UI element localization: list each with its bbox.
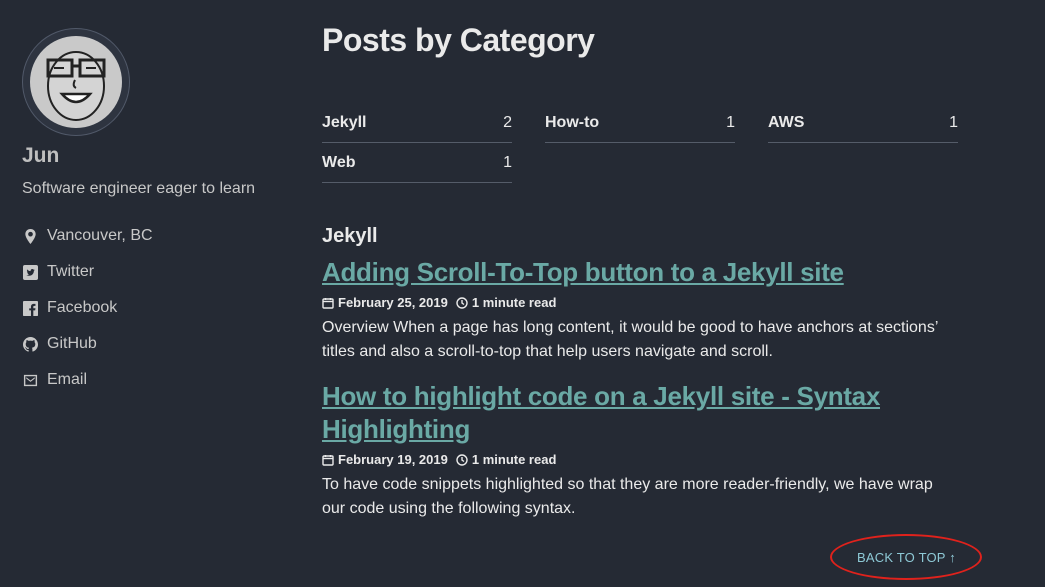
- post-meta: February 19, 2019 1 minute read: [322, 452, 962, 467]
- email-label: Email: [47, 371, 88, 388]
- twitter-icon: [22, 264, 38, 280]
- category-item-aws[interactable]: AWS 1: [768, 103, 958, 143]
- category-count: 1: [503, 153, 512, 171]
- calendar-icon: [322, 454, 334, 466]
- category-count: 1: [949, 113, 958, 131]
- avatar-illustration: [30, 36, 122, 128]
- post-excerpt: Overview When a page has long content, i…: [322, 319, 938, 360]
- facebook-link[interactable]: Facebook: [22, 290, 292, 326]
- category-section-title: Jekyll: [322, 225, 378, 247]
- post-date: February 25, 2019: [338, 295, 448, 310]
- facebook-label: Facebook: [47, 299, 118, 316]
- post-excerpt: To have code snippets highlighted so tha…: [322, 476, 933, 517]
- author-bio: Software engineer eager to learn: [22, 180, 256, 197]
- github-icon: [22, 336, 38, 352]
- category-item-jekyll[interactable]: Jekyll 2: [322, 103, 512, 143]
- category-count: 1: [726, 113, 735, 131]
- post-item: Adding Scroll-To-Top button to a Jekyll …: [322, 256, 962, 364]
- github-link[interactable]: GitHub: [22, 326, 292, 362]
- github-label: GitHub: [47, 335, 97, 352]
- clock-icon: [456, 296, 468, 309]
- category-name: AWS: [768, 113, 805, 131]
- clock-icon: [456, 453, 468, 466]
- post-item: How to highlight code on a Jekyll site -…: [322, 380, 962, 521]
- category-count: 2: [503, 113, 512, 131]
- author-sidebar: Jun Software engineer eager to learn Van…: [22, 28, 292, 398]
- category-name: Jekyll: [322, 113, 367, 131]
- main-content: Posts by Category Jekyll 2 How-to 1 AWS …: [322, 22, 962, 521]
- location-label: Vancouver, BC: [47, 227, 153, 244]
- category-name: Web: [322, 153, 356, 171]
- twitter-link[interactable]: Twitter: [22, 254, 292, 290]
- category-item-how-to[interactable]: How-to 1: [545, 103, 735, 143]
- post-read-time: 1 minute read: [471, 452, 557, 467]
- location-link[interactable]: Vancouver, BC: [22, 218, 292, 254]
- post-title-link[interactable]: Adding Scroll-To-Top button to a Jekyll …: [322, 256, 962, 289]
- post-title-link[interactable]: How to highlight code on a Jekyll site -…: [322, 380, 962, 446]
- post-meta: February 25, 2019 1 minute read: [322, 295, 962, 310]
- post-date: February 19, 2019: [338, 452, 448, 467]
- back-to-top-link[interactable]: BACK TO TOP ↑: [857, 550, 956, 565]
- calendar-icon: [322, 297, 334, 309]
- twitter-label: Twitter: [47, 263, 95, 280]
- category-item-web[interactable]: Web 1: [322, 143, 512, 183]
- location-pin-icon: [22, 228, 38, 244]
- email-link[interactable]: Email: [22, 362, 292, 398]
- author-name: Jun: [22, 144, 60, 167]
- category-list: Jekyll 2 How-to 1 AWS 1 Web 1: [322, 103, 962, 183]
- avatar[interactable]: [22, 28, 130, 136]
- page-title: Posts by Category: [322, 22, 595, 58]
- category-name: How-to: [545, 113, 600, 131]
- author-links: Vancouver, BC Twitter Facebook GitHub Em…: [22, 218, 292, 398]
- post-read-time: 1 minute read: [471, 295, 557, 310]
- facebook-icon: [22, 300, 38, 316]
- email-icon: [22, 372, 38, 388]
